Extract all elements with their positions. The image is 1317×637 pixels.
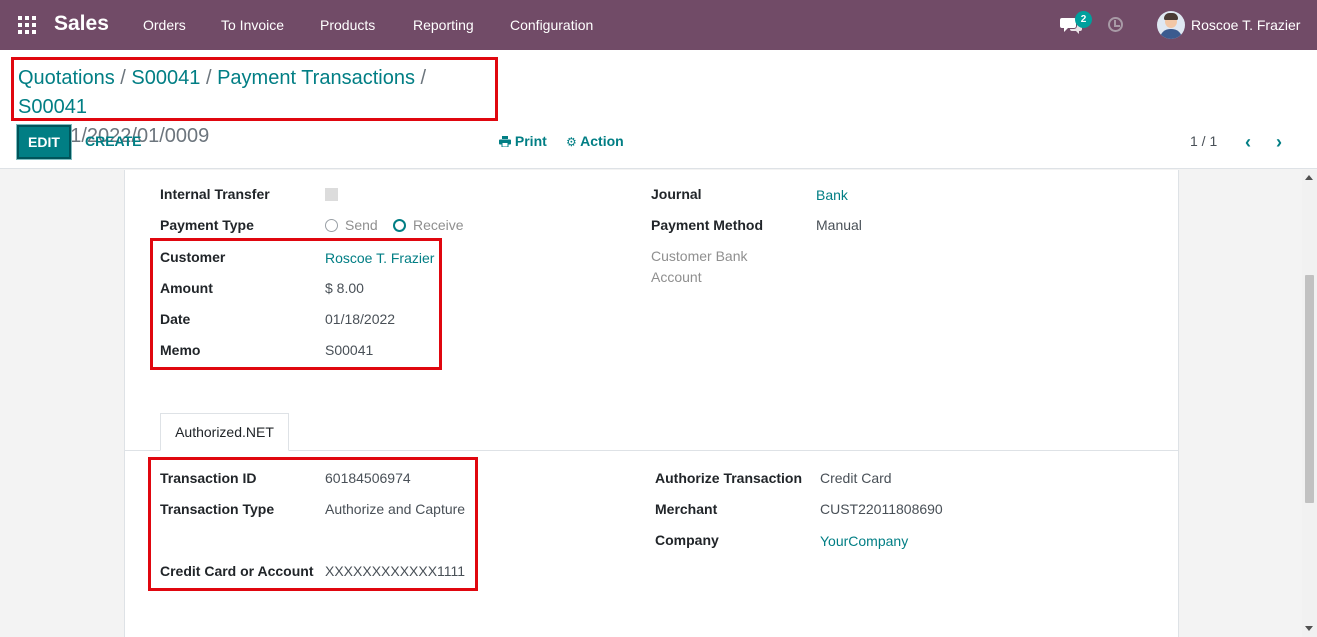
- menu-reporting[interactable]: Reporting: [413, 17, 474, 33]
- payment-type-label: Payment Type: [160, 217, 254, 233]
- scroll-up-arrow-icon[interactable]: [1305, 175, 1313, 180]
- tab-authorized-net[interactable]: Authorized.NET: [160, 413, 289, 451]
- chevron-left-icon[interactable]: ‹: [1245, 132, 1251, 153]
- journal-label: Journal: [651, 186, 702, 202]
- create-button[interactable]: CREATE: [85, 133, 142, 149]
- action-button[interactable]: ⚙ Action: [566, 133, 624, 149]
- menu-orders[interactable]: Orders: [143, 17, 186, 33]
- internal-transfer-checkbox[interactable]: [325, 188, 338, 201]
- print-label: Print: [514, 133, 547, 149]
- app-name[interactable]: Sales: [54, 12, 109, 36]
- authorize-transaction-value: Credit Card: [820, 470, 892, 486]
- pager-value[interactable]: 1 / 1: [1190, 133, 1217, 149]
- chat-count-badge: 2: [1075, 11, 1092, 28]
- payment-method-label: Payment Method: [651, 217, 764, 233]
- highlight-box-breadcrumb: [11, 57, 498, 121]
- payment-type-receive-label: Receive: [413, 217, 464, 233]
- form-sheet: Internal Transfer Payment Type Send Rece…: [124, 170, 1179, 637]
- scrollbar[interactable]: [1302, 170, 1317, 637]
- menu-products[interactable]: Products: [320, 17, 375, 33]
- printer-icon: [499, 136, 511, 148]
- menu-configuration[interactable]: Configuration: [510, 17, 593, 33]
- print-button[interactable]: Print: [499, 133, 547, 149]
- scroll-down-arrow-icon[interactable]: [1305, 626, 1313, 631]
- control-panel: Quotations / S00041 / Payment Transactio…: [0, 50, 1317, 169]
- gear-icon: ⚙: [566, 135, 577, 149]
- highlight-box-transaction: [148, 457, 478, 591]
- menu-to-invoice[interactable]: To Invoice: [221, 17, 284, 33]
- user-name[interactable]: Roscoe T. Frazier: [1191, 17, 1300, 33]
- edit-button[interactable]: EDIT: [17, 125, 71, 159]
- chevron-right-icon[interactable]: ›: [1276, 132, 1282, 153]
- scroll-thumb[interactable]: [1305, 275, 1314, 503]
- authorize-transaction-label: Authorize Transaction: [655, 470, 803, 486]
- merchant-value: CUST22011808690: [820, 501, 943, 517]
- top-navbar: Sales Orders To Invoice Products Reporti…: [0, 0, 1317, 50]
- journal-value[interactable]: Bank: [816, 187, 848, 203]
- merchant-label: Merchant: [655, 501, 718, 517]
- action-label: Action: [580, 133, 624, 149]
- payment-type-send-radio[interactable]: [325, 219, 338, 232]
- company-value[interactable]: YourCompany: [820, 533, 908, 549]
- customer-bank-account-label: Customer Bank Account: [651, 248, 748, 285]
- clock-icon[interactable]: [1108, 17, 1123, 32]
- payment-type-send-label: Send: [345, 217, 378, 233]
- apps-grid-icon[interactable]: [18, 16, 36, 34]
- payment-method-value: Manual: [816, 217, 862, 233]
- company-label: Company: [655, 532, 719, 548]
- highlight-box-customer: [150, 238, 442, 370]
- internal-transfer-label: Internal Transfer: [160, 186, 270, 202]
- avatar[interactable]: [1157, 11, 1185, 39]
- payment-type-receive-radio[interactable]: [393, 219, 406, 232]
